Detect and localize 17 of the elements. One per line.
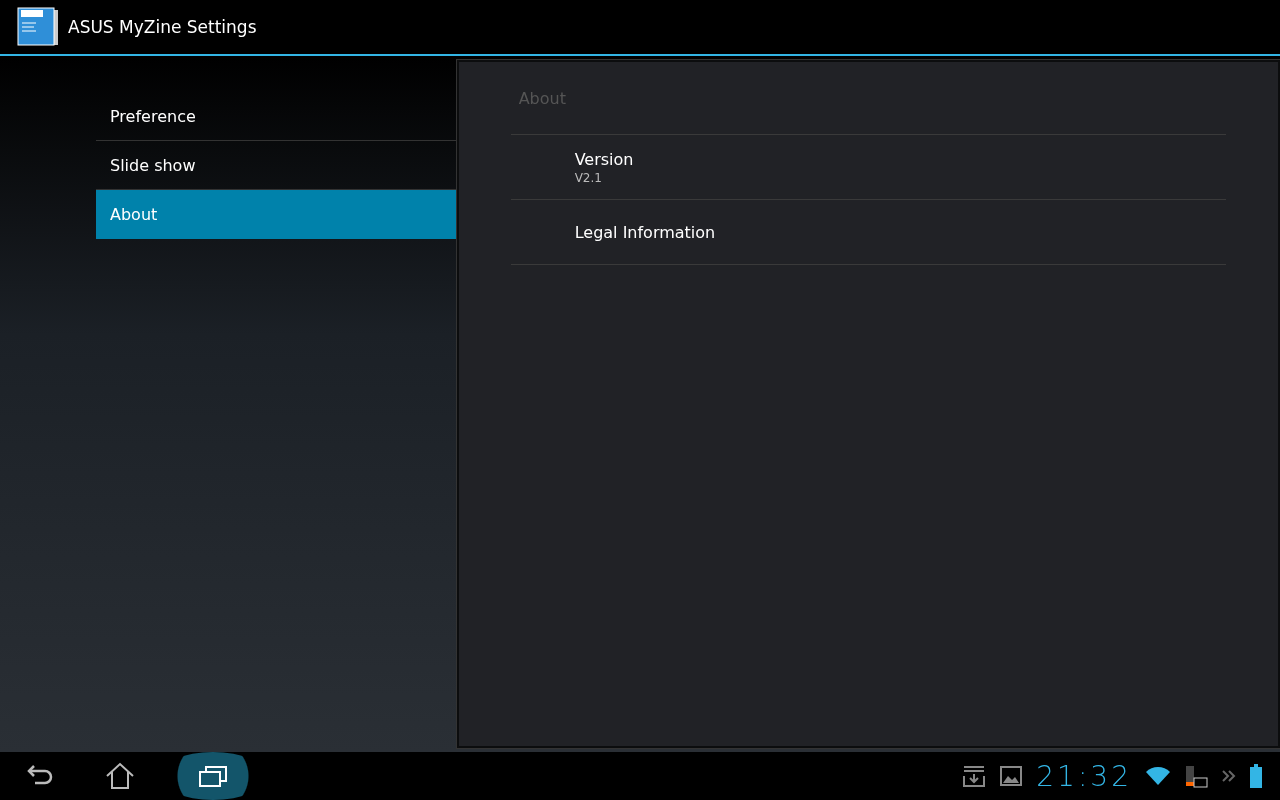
preference-title: Legal Information: [574, 222, 717, 242]
battery-icon: [1250, 764, 1262, 788]
download-icon[interactable]: [962, 764, 987, 788]
sidebar-item[interactable]: About: [96, 190, 457, 239]
preference-row[interactable]: Legal Information: [510, 200, 1226, 265]
recent-apps-icon: [198, 764, 228, 788]
clock: 21:32: [1036, 759, 1132, 793]
home-icon: [105, 762, 135, 790]
double-chevron-icon: [1222, 769, 1236, 783]
preference-title: Version: [574, 149, 635, 169]
wifi-icon: [1146, 767, 1170, 785]
image-icon[interactable]: [1000, 766, 1023, 786]
app-title: ASUS MyZine Settings: [68, 17, 257, 37]
preference-row[interactable]: Version V2.1: [510, 135, 1226, 200]
keyboard-battery-icon: [1184, 764, 1208, 788]
magazine-icon: [16, 7, 60, 47]
preference-summary: V2.1: [574, 170, 603, 185]
